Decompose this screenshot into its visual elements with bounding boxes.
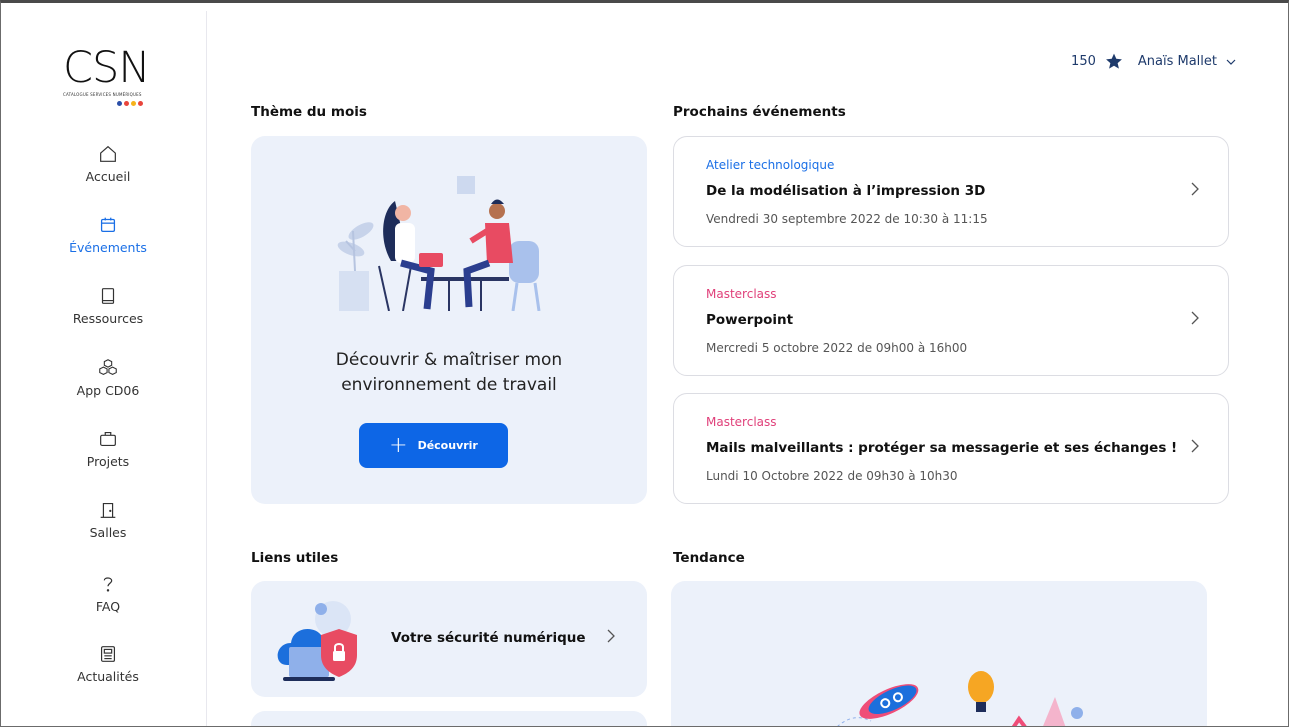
sidebar-item-label: Actualités bbox=[77, 669, 139, 684]
sidebar: CSN CATALOGUE SERVICES NUMÉRIQUES Accuei… bbox=[9, 11, 207, 726]
link-label: Votre sécurité numérique bbox=[391, 630, 586, 646]
sidebar-item-faq[interactable]: FAQ bbox=[9, 573, 207, 614]
sidebar-item-salles[interactable]: Salles bbox=[9, 499, 207, 540]
section-title-theme: Thème du mois bbox=[251, 104, 367, 120]
event-category: Masterclass bbox=[706, 287, 777, 301]
event-date: Mercredi 5 octobre 2022 de 09h00 à 16h00 bbox=[706, 341, 968, 355]
event-title: Mails malveillants : protéger sa message… bbox=[706, 440, 1178, 456]
user-bar: 150 Anaïs Mallet bbox=[1071, 52, 1237, 71]
sidebar-item-app-cd06[interactable]: App CD06 bbox=[9, 357, 207, 398]
chevron-right-icon bbox=[607, 629, 615, 643]
logo-dots bbox=[117, 101, 143, 106]
meeting-illustration bbox=[337, 176, 541, 311]
sidebar-item-evenements[interactable]: Événements bbox=[9, 214, 207, 255]
event-card[interactable]: Atelier technologique De la modélisation… bbox=[673, 136, 1229, 247]
plus-icon: + bbox=[389, 432, 408, 458]
sidebar-item-label: FAQ bbox=[95, 599, 121, 614]
logo[interactable]: CSN CATALOGUE SERVICES NUMÉRIQUES bbox=[63, 47, 163, 113]
points-count: 150 bbox=[1071, 54, 1096, 69]
door-icon bbox=[100, 502, 116, 518]
sidebar-item-label: App CD06 bbox=[76, 383, 140, 398]
cubes-icon bbox=[99, 359, 117, 376]
event-title: De la modélisation à l’impression 3D bbox=[706, 183, 986, 199]
event-card[interactable]: Masterclass Mails malveillants : protége… bbox=[673, 393, 1229, 504]
chevron-down-icon[interactable] bbox=[1225, 56, 1237, 68]
newspaper-icon bbox=[100, 646, 116, 662]
logo-dot bbox=[131, 101, 136, 106]
link-card-securite[interactable]: Votre sécurité numérique bbox=[251, 581, 647, 697]
chevron-right-icon bbox=[1191, 439, 1199, 453]
user-menu[interactable]: Anaïs Mallet bbox=[1138, 54, 1217, 69]
logo-dot bbox=[138, 101, 143, 106]
book-icon bbox=[101, 288, 115, 304]
event-category: Masterclass bbox=[706, 415, 777, 429]
sidebar-item-label: Accueil bbox=[85, 169, 131, 184]
sidebar-item-actualites[interactable]: Actualités bbox=[9, 643, 207, 684]
logo-dot bbox=[117, 101, 122, 106]
theme-description: Découvrir & maîtriser mon environnement … bbox=[251, 348, 647, 398]
sidebar-item-projets[interactable]: Projets bbox=[9, 428, 207, 469]
sidebar-item-label: Ressources bbox=[72, 311, 144, 326]
app-window: CSN CATALOGUE SERVICES NUMÉRIQUES Accuei… bbox=[0, 0, 1289, 727]
logo-text: CSN bbox=[63, 43, 151, 93]
section-title-events: Prochains événements bbox=[673, 104, 846, 120]
calendar-icon bbox=[100, 217, 116, 233]
decouvrir-button[interactable]: + Découvrir bbox=[359, 423, 508, 468]
link-card-next[interactable] bbox=[251, 711, 647, 726]
section-title-trend: Tendance bbox=[673, 550, 745, 566]
sidebar-item-label: Projets bbox=[86, 454, 130, 469]
sidebar-item-accueil[interactable]: Accueil bbox=[9, 143, 207, 184]
rocket-illustration bbox=[837, 671, 1083, 726]
decouvrir-button-label: Découvrir bbox=[417, 439, 478, 452]
theme-line-2: environnement de travail bbox=[341, 375, 557, 395]
home-icon bbox=[100, 145, 116, 162]
event-date: Vendredi 30 septembre 2022 de 10:30 à 11… bbox=[706, 212, 988, 226]
main-content: 150 Anaïs Mallet Thème du mois Découvrir… bbox=[207, 11, 1282, 726]
event-card[interactable]: Masterclass Powerpoint Mercredi 5 octobr… bbox=[673, 265, 1229, 376]
star-icon bbox=[1105, 53, 1122, 69]
chevron-right-icon bbox=[1191, 311, 1199, 325]
theme-card: Découvrir & maîtriser mon environnement … bbox=[251, 136, 647, 504]
security-cloud-icon bbox=[277, 601, 357, 681]
logo-dot bbox=[124, 101, 129, 106]
briefcase-icon bbox=[100, 431, 116, 447]
sidebar-item-label: Salles bbox=[89, 525, 127, 540]
section-title-links: Liens utiles bbox=[251, 550, 339, 566]
sidebar-item-ressources[interactable]: Ressources bbox=[9, 285, 207, 326]
sidebar-item-label: Événements bbox=[69, 240, 147, 255]
trend-card[interactable] bbox=[671, 581, 1207, 726]
question-icon bbox=[103, 577, 113, 592]
event-title: Powerpoint bbox=[706, 312, 794, 328]
chevron-right-icon bbox=[1191, 182, 1199, 196]
event-category: Atelier technologique bbox=[706, 158, 835, 172]
theme-line-1: Découvrir & maîtriser mon bbox=[335, 350, 563, 370]
event-date: Lundi 10 Octobre 2022 de 09h30 à 10h30 bbox=[706, 469, 958, 483]
